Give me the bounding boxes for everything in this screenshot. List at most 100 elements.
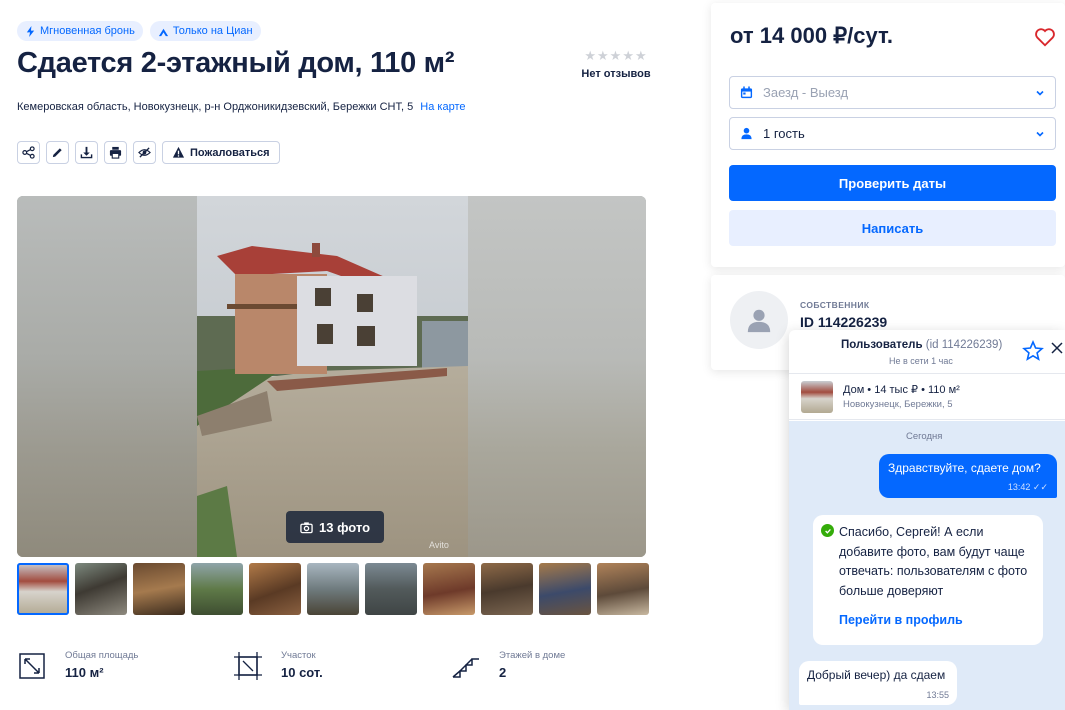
exclusive-badge: Только на Циан — [149, 21, 261, 41]
stairs-icon — [452, 658, 479, 678]
chat-window: Пользователь (id 114226239) Не в сети 1 … — [789, 330, 1065, 710]
thumbnail[interactable] — [133, 563, 185, 615]
instant-booking-badge: Мгновенная бронь — [17, 21, 143, 41]
print-button[interactable] — [104, 141, 127, 164]
listing-actions: Пожаловаться — [17, 141, 280, 164]
owner-id: ID 114226239 — [800, 314, 888, 330]
thumbnail[interactable] — [307, 563, 359, 615]
badge-label: Только на Циан — [172, 25, 253, 37]
price: от 14 000 ₽/сут. — [730, 23, 893, 48]
badges: Мгновенная бронь Только на Циан — [17, 21, 261, 41]
profile-link[interactable]: Перейти в профиль — [839, 613, 1033, 627]
thumbnail[interactable] — [191, 563, 243, 615]
incoming-message: Добрый вечер) да сдаем 13:55 — [799, 661, 957, 705]
feature-value: 2 — [499, 665, 507, 680]
dates-placeholder: Заезд - Выезд — [763, 85, 849, 100]
thumbnail[interactable] — [597, 563, 649, 615]
print-icon — [109, 146, 122, 159]
thumbnail[interactable] — [249, 563, 301, 615]
complain-label: Пожаловаться — [190, 146, 270, 159]
map-link[interactable]: На карте — [420, 101, 465, 113]
feature-floors: Этажей в доме 2 — [451, 648, 565, 681]
close-icon[interactable] — [1050, 341, 1064, 355]
edit-button[interactable] — [46, 141, 69, 164]
message-text: Здравствуйте, сдаете дом? — [888, 461, 1041, 475]
thumbnail[interactable] — [423, 563, 475, 615]
thumbnail[interactable] — [17, 563, 69, 615]
chat-listing-title: Дом • 14 тыс ₽ • 110 м² — [843, 384, 960, 396]
write-button[interactable]: Написать — [729, 210, 1056, 246]
address: Кемеровская область, Новокузнецк, р-н Ор… — [17, 101, 465, 113]
main-photo[interactable] — [197, 196, 468, 557]
feature-label: Участок — [281, 650, 316, 661]
chat-listing-address: Новокузнецк, Бережки, 5 — [843, 399, 953, 410]
photo-watermark: Avito — [429, 540, 449, 550]
chat-user-label: Пользователь — [841, 339, 923, 351]
calendar-icon — [740, 86, 753, 99]
check-icon — [821, 524, 834, 537]
chat-listing-thumbnail — [801, 381, 833, 413]
photo-count-button[interactable]: 13 фото — [286, 511, 385, 543]
lightning-icon — [26, 25, 35, 37]
thumbnail[interactable] — [75, 563, 127, 615]
thumbnail-strip — [17, 563, 649, 615]
rating[interactable]: ★★★★★ Нет отзывов — [581, 48, 651, 80]
complain-button[interactable]: Пожаловаться — [162, 141, 280, 164]
edit-icon — [52, 148, 62, 158]
plot-icon — [234, 652, 262, 680]
chat-user-name: Пользователь (id 114226239) — [841, 339, 1002, 351]
check-dates-button[interactable]: Проверить даты — [729, 165, 1056, 201]
chat-day-separator: Сегодня — [906, 431, 943, 442]
guests-select[interactable]: 1 гость — [729, 117, 1056, 150]
read-check-icon: ✓✓ — [1032, 482, 1048, 492]
message-time-value: 13:42 — [1007, 482, 1031, 492]
badge-label: Мгновенная бронь — [40, 25, 135, 37]
warning-icon — [172, 146, 185, 158]
chat-user-id: (id 114226239) — [925, 339, 1003, 351]
gallery-blur-left — [17, 196, 197, 557]
listing-main: Мгновенная бронь Только на Циан Сдается … — [17, 0, 651, 710]
message-time: 13:55 — [926, 690, 949, 700]
message-text: Спасибо, Сергей! А если добавите фото, в… — [839, 525, 1028, 598]
photo-gallery[interactable]: 13 фото Avito — [17, 196, 646, 557]
feature-label: Общая площадь — [65, 650, 139, 661]
feature-plot: Участок 10 сот. — [233, 648, 451, 681]
page-title: Сдается 2-этажный дом, 110 м² — [17, 47, 455, 79]
chat-listing-preview[interactable]: Дом • 14 тыс ₽ • 110 м² Новокузнецк, Бер… — [789, 375, 1065, 420]
hide-icon — [138, 147, 151, 158]
chevron-down-icon — [1036, 90, 1044, 96]
user-placeholder-icon — [747, 309, 771, 333]
outgoing-message: Здравствуйте, сдаете дом? 13:42 ✓✓ — [879, 454, 1057, 498]
features: Общая площадь 110 м² Участок 10 сот. Эта… — [17, 648, 565, 681]
gallery-blur-right — [468, 196, 646, 557]
thumbnail[interactable] — [481, 563, 533, 615]
thumbnail[interactable] — [539, 563, 591, 615]
chat-messages: Сегодня Здравствуйте, сдаете дом? 13:42 … — [789, 421, 1065, 710]
system-message: Спасибо, Сергей! А если добавите фото, в… — [813, 515, 1043, 645]
reviews-label: Нет отзывов — [581, 68, 651, 80]
hide-button[interactable] — [133, 141, 156, 164]
message-text: Добрый вечер) да сдаем — [807, 668, 946, 682]
booking-card: от 14 000 ₽/сут. Заезд - Выезд 1 гость П… — [711, 3, 1065, 267]
person-icon — [741, 127, 752, 140]
star-icon[interactable] — [1022, 340, 1044, 362]
download-icon — [80, 146, 93, 159]
feature-label: Этажей в доме — [499, 650, 566, 661]
share-icon — [22, 146, 35, 159]
thumbnail[interactable] — [365, 563, 417, 615]
download-button[interactable] — [75, 141, 98, 164]
message-time: 13:42 ✓✓ — [1008, 482, 1048, 493]
chat-user-status: Не в сети 1 час — [889, 356, 953, 366]
dates-field[interactable]: Заезд - Выезд — [729, 76, 1056, 109]
owner-role: СОБСТВЕННИК — [800, 300, 870, 310]
heart-icon[interactable] — [1034, 26, 1056, 48]
chat-header: Пользователь (id 114226239) Не в сети 1 … — [789, 330, 1065, 374]
feature-value: 110 м² — [65, 665, 104, 680]
share-button[interactable] — [17, 141, 40, 164]
guests-value: 1 гость — [763, 126, 805, 141]
avatar — [730, 291, 788, 349]
cian-logo-icon — [158, 28, 168, 36]
rating-stars: ★★★★★ — [584, 48, 648, 63]
chevron-down-icon — [1036, 131, 1044, 137]
area-icon — [19, 653, 45, 679]
